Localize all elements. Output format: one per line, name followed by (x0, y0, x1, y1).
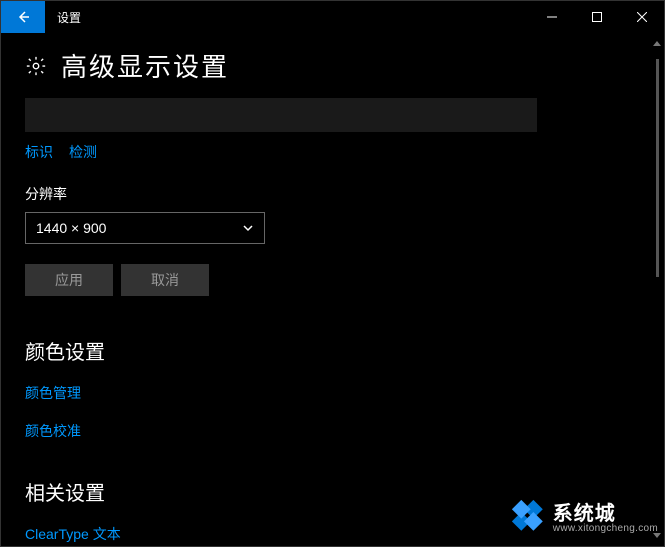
watermark-text: 系统城 www.xitongcheng.com (553, 504, 658, 534)
close-icon (637, 12, 647, 22)
minimize-button[interactable] (529, 1, 574, 33)
arrow-left-icon (15, 9, 31, 25)
color-calibration-link[interactable]: 颜色校准 (25, 421, 640, 441)
maximize-button[interactable] (574, 1, 619, 33)
button-row: 应用 取消 (25, 264, 640, 296)
color-settings-heading: 颜色设置 (25, 336, 640, 365)
close-button[interactable] (619, 1, 664, 33)
chevron-down-icon (242, 222, 254, 234)
minimize-icon (547, 12, 557, 22)
page-header: 高级显示设置 (25, 47, 640, 84)
watermark-url: www.xitongcheng.com (553, 524, 658, 534)
identify-link[interactable]: 标识 (25, 142, 53, 162)
window-controls (529, 1, 664, 33)
display-links: 标识 检测 (25, 142, 640, 162)
watermark-name: 系统城 (553, 504, 658, 524)
scrollbar[interactable] (652, 35, 662, 544)
apply-button[interactable]: 应用 (25, 264, 113, 296)
detect-link[interactable]: 检测 (69, 142, 97, 162)
watermark: 系统城 www.xitongcheng.com (509, 497, 658, 540)
resolution-label: 分辨率 (25, 184, 640, 204)
gear-icon (25, 55, 47, 77)
back-button[interactable] (1, 1, 45, 33)
titlebar: 设置 (1, 1, 664, 33)
maximize-icon (592, 12, 602, 22)
scroll-up-arrow[interactable] (652, 39, 662, 49)
cancel-button[interactable]: 取消 (121, 264, 209, 296)
watermark-logo-icon (509, 497, 547, 540)
display-preview (25, 98, 537, 132)
resolution-value: 1440 × 900 (36, 220, 106, 236)
content-area: 高级显示设置 标识 检测 分辨率 1440 × 900 应用 取消 颜色设置 颜… (1, 33, 664, 546)
scrollbar-thumb[interactable] (656, 59, 659, 277)
resolution-dropdown[interactable]: 1440 × 900 (25, 212, 265, 244)
window-title: 设置 (57, 9, 81, 26)
page-title: 高级显示设置 (61, 47, 229, 84)
color-management-link[interactable]: 颜色管理 (25, 383, 640, 403)
